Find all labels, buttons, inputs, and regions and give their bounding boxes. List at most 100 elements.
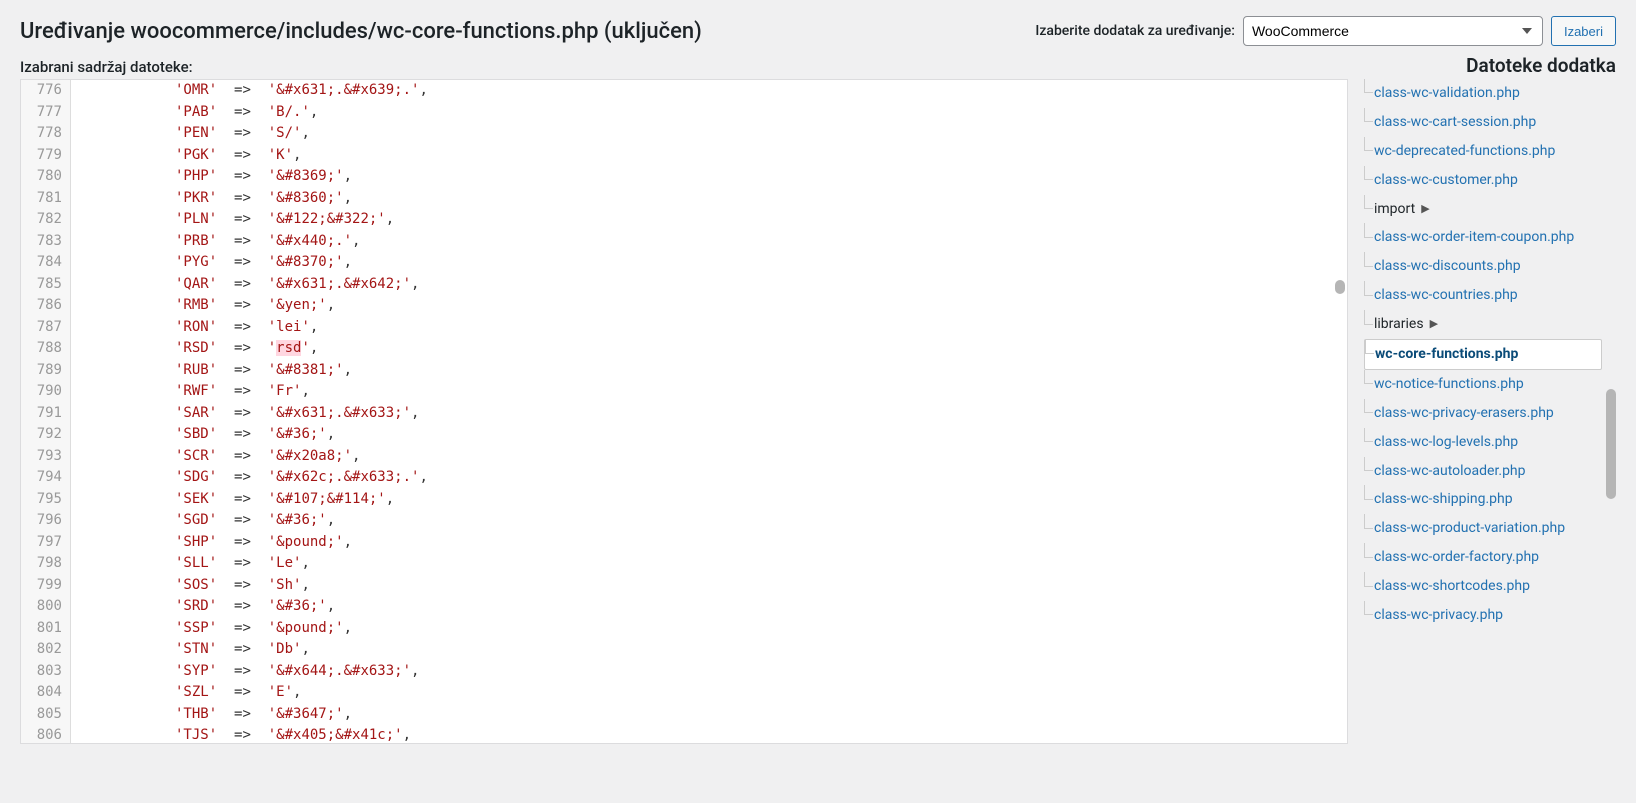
file-item[interactable]: class-wc-validation.php xyxy=(1364,79,1602,108)
code-line[interactable]: 'SBD' => '&#36;', xyxy=(79,424,1347,446)
line-number: 790 xyxy=(21,381,62,403)
file-item[interactable]: class-wc-privacy-erasers.php xyxy=(1364,399,1602,428)
file-item[interactable]: class-wc-cart-session.php xyxy=(1364,108,1602,137)
file-item[interactable]: class-wc-countries.php xyxy=(1364,281,1602,310)
code-line[interactable]: 'RON' => 'lei', xyxy=(79,317,1347,339)
file-link[interactable]: class-wc-validation.php xyxy=(1374,84,1520,103)
file-item[interactable]: class-wc-order-item-coupon.php xyxy=(1364,223,1602,252)
file-link[interactable]: class-wc-order-item-coupon.php xyxy=(1374,228,1574,247)
code-line[interactable]: 'SAR' => '&#x631;.&#x633;', xyxy=(79,403,1347,425)
file-link[interactable]: class-wc-autoloader.php xyxy=(1374,462,1526,481)
line-number: 791 xyxy=(21,403,62,425)
code-line[interactable]: 'OMR' => '&#x631;.&#x639;.', xyxy=(79,80,1347,102)
file-link[interactable]: class-wc-privacy-erasers.php xyxy=(1374,404,1554,423)
code-line[interactable]: 'STN' => 'Db', xyxy=(79,639,1347,661)
chevron-right-icon: ▶ xyxy=(1430,317,1438,332)
file-item[interactable]: wc-notice-functions.php xyxy=(1364,370,1602,399)
line-number: 802 xyxy=(21,639,62,661)
file-item-active[interactable]: wc-core-functions.php xyxy=(1364,339,1602,370)
file-link[interactable]: class-wc-discounts.php xyxy=(1374,257,1521,276)
file-link[interactable]: wc-notice-functions.php xyxy=(1374,375,1524,394)
code-line[interactable]: 'PEN' => 'S/', xyxy=(79,123,1347,145)
file-item[interactable]: class-wc-discounts.php xyxy=(1364,252,1602,281)
line-number: 786 xyxy=(21,295,62,317)
file-link[interactable]: class-wc-privacy.php xyxy=(1374,606,1503,625)
editor-scrollbar[interactable] xyxy=(1335,80,1345,743)
code-line[interactable]: 'SLL' => 'Le', xyxy=(79,553,1347,575)
line-number: 784 xyxy=(21,252,62,274)
line-number: 799 xyxy=(21,575,62,597)
code-line[interactable]: 'PKR' => '&#8360;', xyxy=(79,188,1347,210)
code-line[interactable]: 'SHP' => '&pound;', xyxy=(79,532,1347,554)
file-item[interactable]: class-wc-shipping.php xyxy=(1364,485,1602,514)
sidebar-scrollbar[interactable] xyxy=(1606,79,1616,744)
code-line[interactable]: 'SZL' => 'E', xyxy=(79,682,1347,704)
file-link[interactable]: wc-deprecated-functions.php xyxy=(1374,142,1555,161)
line-number-gutter: 7767777787797807817827837847857867877887… xyxy=(21,80,71,743)
file-link[interactable]: class-wc-shipping.php xyxy=(1374,490,1513,509)
code-line[interactable]: 'SCR' => '&#x20a8;', xyxy=(79,446,1347,468)
code-line[interactable]: 'RUB' => '&#8381;', xyxy=(79,360,1347,382)
code-line[interactable]: 'PRB' => '&#x440;.', xyxy=(79,231,1347,253)
sidebar-title: Datoteke dodatka xyxy=(1466,54,1616,77)
file-link[interactable]: class-wc-shortcodes.php xyxy=(1374,577,1530,596)
code-line[interactable]: 'SDG' => '&#x62c;.&#x633;.', xyxy=(79,467,1347,489)
folder-label: libraries xyxy=(1374,315,1424,334)
editor-scrollbar-thumb[interactable] xyxy=(1335,280,1345,294)
code-line[interactable]: 'SSP' => '&pound;', xyxy=(79,618,1347,640)
code-line[interactable]: 'PGK' => 'K', xyxy=(79,145,1347,167)
code-line[interactable]: 'THB' => '&#3647;', xyxy=(79,704,1347,726)
code-line[interactable]: 'TJS' => '&#x405;&#x41c;', xyxy=(79,725,1347,743)
line-number: 796 xyxy=(21,510,62,532)
file-item[interactable]: class-wc-product-variation.php xyxy=(1364,514,1602,543)
line-number: 788 xyxy=(21,338,62,360)
code-line[interactable]: 'PLN' => '&#122;&#322;', xyxy=(79,209,1347,231)
line-number: 803 xyxy=(21,661,62,683)
file-link[interactable]: wc-core-functions.php xyxy=(1375,345,1518,364)
select-plugin-button[interactable]: Izaberi xyxy=(1551,16,1616,46)
folder-item[interactable]: import▶ xyxy=(1364,195,1602,224)
code-line[interactable]: 'SOS' => 'Sh', xyxy=(79,575,1347,597)
code-editor[interactable]: 7767777787797807817827837847857867877887… xyxy=(20,79,1348,744)
line-number: 806 xyxy=(21,725,62,744)
file-item[interactable]: class-wc-log-levels.php xyxy=(1364,428,1602,457)
code-line[interactable]: 'SYP' => '&#x644;.&#x633;', xyxy=(79,661,1347,683)
file-item[interactable]: class-wc-customer.php xyxy=(1364,166,1602,195)
code-line[interactable]: 'RMB' => '&yen;', xyxy=(79,295,1347,317)
file-link[interactable]: class-wc-product-variation.php xyxy=(1374,519,1565,538)
code-line[interactable]: 'SEK' => '&#107;&#114;', xyxy=(79,489,1347,511)
code-line[interactable]: 'RWF' => 'Fr', xyxy=(79,381,1347,403)
line-number: 780 xyxy=(21,166,62,188)
code-line[interactable]: 'QAR' => '&#x631;.&#x642;', xyxy=(79,274,1347,296)
code-line[interactable]: 'SRD' => '&#36;', xyxy=(79,596,1347,618)
code-line[interactable]: 'RSD' => 'rsd', xyxy=(79,338,1347,360)
file-item[interactable]: class-wc-order-factory.php xyxy=(1364,543,1602,572)
code-line[interactable]: 'SGD' => '&#36;', xyxy=(79,510,1347,532)
sub-header: Izabrani sadržaj datoteke: Datoteke doda… xyxy=(20,54,1616,77)
file-link[interactable]: class-wc-log-levels.php xyxy=(1374,433,1518,452)
header: Uređivanje woocommerce/includes/wc-core-… xyxy=(20,16,1616,46)
folder-item[interactable]: libraries ▶ xyxy=(1364,310,1602,339)
sidebar-scrollbar-thumb[interactable] xyxy=(1606,389,1616,499)
file-link[interactable]: class-wc-order-factory.php xyxy=(1374,548,1539,567)
file-link[interactable]: class-wc-countries.php xyxy=(1374,286,1518,305)
line-number: 783 xyxy=(21,231,62,253)
line-number: 805 xyxy=(21,704,62,726)
file-item[interactable]: class-wc-autoloader.php xyxy=(1364,457,1602,486)
line-number: 794 xyxy=(21,467,62,489)
code-line[interactable]: 'PAB' => 'B/.', xyxy=(79,102,1347,124)
file-link[interactable]: class-wc-customer.php xyxy=(1374,171,1518,190)
line-number: 801 xyxy=(21,618,62,640)
file-link[interactable]: class-wc-cart-session.php xyxy=(1374,113,1536,132)
line-number: 782 xyxy=(21,209,62,231)
plugin-select[interactable]: WooCommerce xyxy=(1243,16,1543,46)
code-line[interactable]: 'PHP' => '&#8369;', xyxy=(79,166,1347,188)
line-number: 800 xyxy=(21,596,62,618)
line-number: 795 xyxy=(21,489,62,511)
file-item[interactable]: class-wc-privacy.php xyxy=(1364,601,1602,630)
file-item[interactable]: wc-deprecated-functions.php xyxy=(1364,137,1602,166)
code-content[interactable]: 'OMR' => '&#x631;.&#x639;.','PAB' => 'B/… xyxy=(71,80,1347,743)
file-item[interactable]: class-wc-shortcodes.php xyxy=(1364,572,1602,601)
line-number: 798 xyxy=(21,553,62,575)
code-line[interactable]: 'PYG' => '&#8370;', xyxy=(79,252,1347,274)
